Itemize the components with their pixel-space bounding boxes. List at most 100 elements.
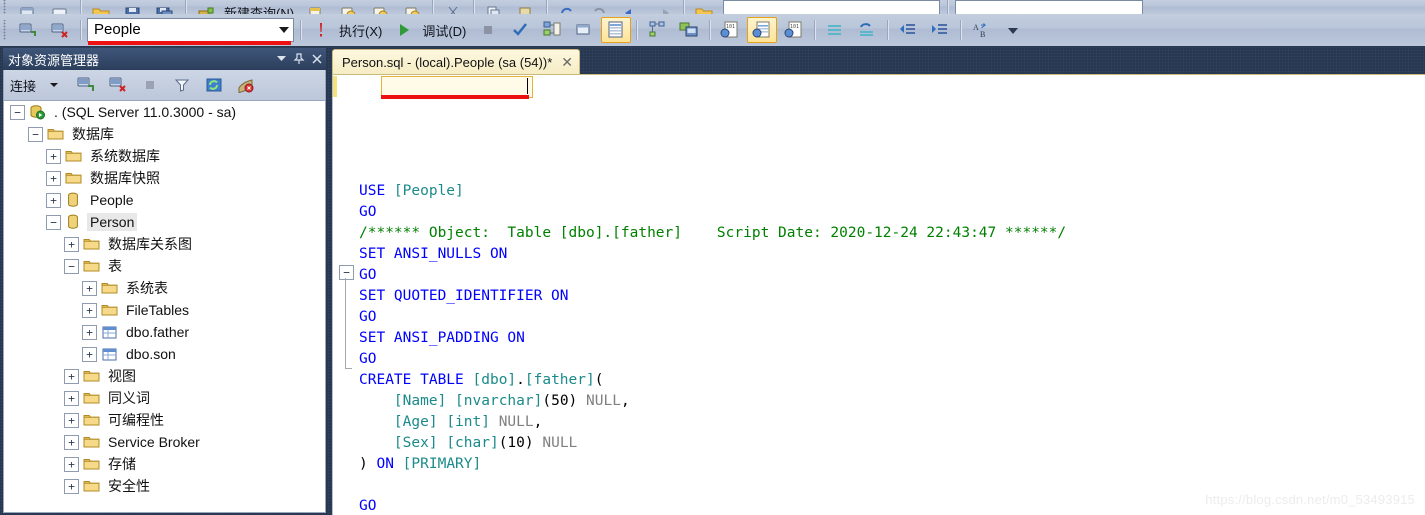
expand-toggle-icon[interactable]: + (64, 390, 79, 406)
query-options-icon[interactable] (569, 17, 599, 43)
chevron-down-icon-connect[interactable] (39, 72, 69, 98)
copy-icon[interactable] (479, 0, 509, 14)
tree-node[interactable]: + dbo.father (4, 321, 325, 343)
collapse-toggle-icon[interactable]: − (46, 214, 61, 230)
expand-toggle-icon[interactable]: + (82, 346, 97, 362)
parse-check-icon[interactable] (505, 17, 535, 43)
find-replace-icon[interactable]: AB (966, 17, 996, 43)
tree-node[interactable]: + FileTables (4, 299, 325, 321)
open-folder-icon[interactable] (86, 0, 116, 14)
toolbar-grip-2[interactable] (2, 20, 9, 40)
new-dmx-query-icon[interactable] (397, 0, 427, 14)
collapse-toggle-icon[interactable]: − (10, 104, 25, 120)
tree-node[interactable]: + dbo.son (4, 343, 325, 365)
find-input[interactable] (955, 0, 1144, 14)
execute-button[interactable]: 执行(X) (337, 18, 388, 42)
new-db-engine-query-icon[interactable] (301, 0, 331, 14)
tree-node[interactable]: + 数据库快照 (4, 167, 325, 189)
open-file-icon-2[interactable] (689, 0, 719, 14)
expand-toggle-icon[interactable]: + (64, 412, 79, 428)
save-icon[interactable] (118, 0, 148, 14)
connect-server-icon[interactable] (71, 72, 101, 98)
expand-toggle-icon[interactable]: + (64, 478, 79, 494)
expand-toggle-icon[interactable]: + (46, 170, 61, 186)
uncomment-lines-icon[interactable] (852, 17, 882, 43)
expand-toggle-icon[interactable]: + (82, 324, 97, 340)
new-query-icon[interactable] (191, 0, 221, 14)
toolbar-overflow-icon[interactable] (998, 17, 1028, 43)
editor-surface[interactable]: − USE [People] GO /****** Object: Table [d… (332, 74, 1425, 515)
tree-node[interactable]: + 系统表 (4, 277, 325, 299)
tree-node[interactable]: + 存储 (4, 453, 325, 475)
expand-toggle-icon[interactable]: + (64, 456, 79, 472)
tree-node[interactable]: + Service Broker (4, 431, 325, 453)
undo-arrow-icon[interactable] (616, 0, 646, 14)
chevron-down-icon[interactable] (275, 20, 293, 40)
cut-icon[interactable] (438, 0, 468, 14)
tree-node[interactable]: + 数据库关系图 (4, 233, 325, 255)
disconnect-icon[interactable] (45, 17, 75, 43)
connect-menu-button[interactable]: 连接 (8, 76, 38, 95)
comment-lines-icon[interactable] (820, 17, 850, 43)
tab-person-sql[interactable]: Person.sql - (local).People (sa (54))* ✕ (332, 49, 580, 74)
collapse-toggle-icon[interactable]: − (28, 126, 43, 142)
execute-bang-icon[interactable] (306, 17, 336, 43)
tree-node[interactable]: + 视图 (4, 365, 325, 387)
debug-play-icon[interactable] (389, 17, 419, 43)
chevron-down-icon[interactable] (272, 50, 290, 68)
include-actual-plan-icon[interactable] (642, 17, 672, 43)
database-combo[interactable]: People (87, 18, 294, 45)
disconnect-server-icon[interactable] (103, 72, 133, 98)
tree-node[interactable]: + People (4, 189, 325, 211)
redo-arrow-icon[interactable] (648, 0, 678, 14)
tree-node[interactable]: + 同义词 (4, 387, 325, 409)
expand-toggle-icon[interactable]: + (82, 280, 97, 296)
undo-icon[interactable] (552, 0, 582, 14)
debug-button[interactable]: 调试(D) (420, 18, 472, 42)
decrease-indent-icon[interactable] (893, 17, 923, 43)
stop-icon[interactable] (473, 17, 503, 43)
new-mdx-query-icon[interactable] (365, 0, 395, 14)
expand-toggle-icon[interactable]: + (64, 368, 79, 384)
close-icon[interactable] (308, 50, 326, 68)
sql-code[interactable]: USE [People] GO /****** Object: Table [dbo… (359, 75, 1425, 515)
filter-icon[interactable] (167, 72, 197, 98)
expand-toggle-icon[interactable]: + (64, 434, 79, 450)
toolbar-grip[interactable] (2, 0, 9, 14)
new-analysis-query-icon[interactable] (333, 0, 363, 14)
redo-icon[interactable] (584, 0, 614, 14)
close-icon[interactable]: ✕ (561, 55, 573, 69)
tree-node[interactable]: + 安全性 (4, 475, 325, 497)
tree-node[interactable]: − . (SQL Server 11.0.3000 - sa) (4, 101, 325, 123)
quick-launch-input[interactable] (723, 0, 941, 14)
tree-node[interactable]: + 系统数据库 (4, 145, 325, 167)
results-to-grid-icon-2[interactable] (747, 17, 778, 43)
tree-node[interactable]: + 可编程性 (4, 409, 325, 431)
expand-toggle-icon[interactable]: + (64, 236, 79, 252)
window-icon[interactable] (45, 0, 75, 14)
paste-icon[interactable] (511, 0, 541, 14)
object-explorer-tree[interactable]: −. (SQL Server 11.0.3000 - sa) − 数据库 + 系统数据库… (3, 101, 326, 513)
increase-indent-icon[interactable] (925, 17, 955, 43)
tree-node[interactable]: − 表 (4, 255, 325, 277)
results-to-text-icon[interactable]: 101 (715, 17, 745, 43)
display-estimated-plan-icon[interactable] (537, 17, 567, 43)
expand-toggle-icon[interactable]: + (82, 302, 97, 318)
include-client-statistics-icon[interactable] (674, 17, 704, 43)
new-query-window-icon[interactable] (13, 0, 43, 14)
save-all-icon[interactable] (150, 0, 180, 14)
collapse-toggle-icon[interactable]: − (64, 258, 79, 274)
pin-icon[interactable] (290, 50, 308, 68)
new-query-label[interactable]: 新建查询(N) (222, 0, 300, 15)
results-to-file-icon[interactable]: 101 (779, 17, 809, 43)
stop-refresh-icon[interactable] (231, 72, 261, 98)
expand-toggle-icon[interactable]: + (46, 148, 61, 164)
results-to-grid-icon[interactable] (601, 17, 632, 43)
refresh-icon[interactable] (199, 72, 229, 98)
fold-toggle-create-table[interactable]: − (339, 265, 354, 280)
tree-node[interactable]: − 数据库 (4, 123, 325, 145)
expand-toggle-icon[interactable]: + (46, 192, 61, 208)
connect-icon[interactable] (13, 17, 43, 43)
stop-action-icon[interactable] (135, 72, 165, 98)
tree-node[interactable]: − Person (4, 211, 325, 233)
